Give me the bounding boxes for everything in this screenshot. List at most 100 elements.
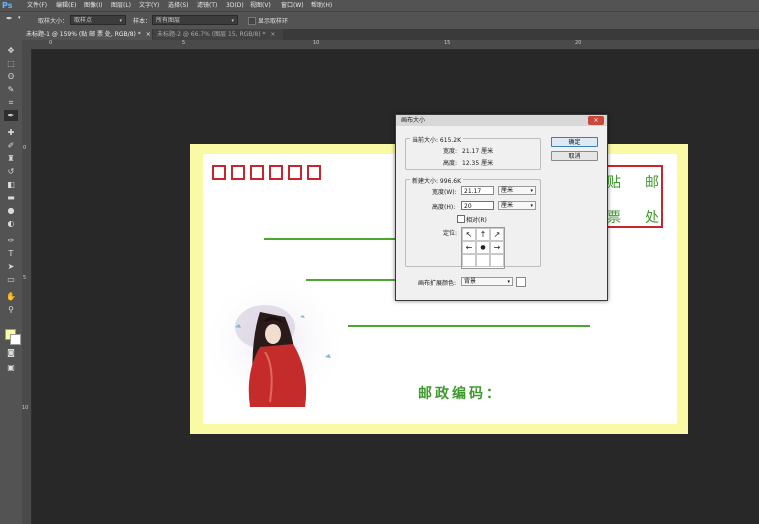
show-ring-checkbox[interactable] — [248, 17, 256, 25]
shape-tool-icon[interactable]: ▭ — [4, 274, 18, 285]
quick-mask-icon[interactable]: ◙ — [4, 347, 18, 358]
menu-select[interactable]: 选择(S) — [168, 0, 189, 11]
anchor-arrow-icon[interactable]: ↑ — [476, 228, 490, 241]
move-tool-icon[interactable]: ✥ — [4, 45, 18, 56]
tab-document-1[interactable]: 未标题-1 @ 159% (贴 邮 票 处, RGB/8) * × — [22, 29, 152, 40]
marquee-tool-icon[interactable]: ⬚ — [4, 58, 18, 69]
eyedropper-icon[interactable]: ✒ — [6, 14, 13, 23]
width-unit-select[interactable]: 厘米 ▾ — [498, 186, 536, 195]
ruler-vertical: 0 5 10 — [22, 49, 32, 524]
options-bar: ✒ ▾ 取样大小： 取样点 ▾ 样本： 所有图层 ▾ 显示取样环 — [0, 11, 759, 30]
hand-tool-icon[interactable]: ✋ — [4, 291, 18, 302]
eyedropper-tool-icon[interactable]: ✒ — [4, 110, 18, 121]
history-brush-tool-icon[interactable]: ↺ — [4, 166, 18, 177]
zip-box — [288, 165, 302, 180]
pen-tool-icon[interactable]: ✑ — [4, 235, 18, 246]
lady-illustration — [205, 272, 350, 412]
menu-edit[interactable]: 编辑(E) — [56, 0, 76, 11]
sample-size-select[interactable]: 取样点 ▾ — [70, 15, 126, 25]
menu-3d[interactable]: 3D(D) — [226, 0, 244, 11]
height-unit-select[interactable]: 厘米 ▾ — [498, 201, 536, 210]
healing-brush-tool-icon[interactable]: ✚ — [4, 127, 18, 138]
stamp-tool-icon[interactable]: ♜ — [4, 153, 18, 164]
document-tab-bar: 未标题-1 @ 159% (贴 邮 票 处, RGB/8) * × 未标题-2 … — [22, 29, 759, 40]
tool-preset-chevron-icon[interactable]: ▾ — [18, 15, 21, 21]
chevron-down-icon: ▾ — [530, 188, 533, 194]
anchor-cell[interactable] — [490, 254, 504, 267]
ruler-label: 0 — [49, 40, 53, 46]
anchor-arrow-icon[interactable]: ← — [462, 241, 476, 254]
photoshop-logo: Ps — [2, 1, 13, 10]
ruler-horizontal: 0 5 10 15 20 — [22, 40, 759, 50]
anchor-arrow-icon[interactable]: → — [490, 241, 504, 254]
stamp-text: 票 — [607, 210, 621, 226]
background-color-swatch[interactable] — [10, 334, 21, 345]
anchor-arrow-icon[interactable]: ↗ — [490, 228, 504, 241]
close-icon[interactable]: × — [588, 116, 604, 125]
chevron-down-icon: ▾ — [119, 18, 122, 24]
current-height-label: 高度: — [443, 160, 458, 167]
menu-type[interactable]: 文字(Y) — [139, 0, 159, 11]
current-width-label: 宽度: — [443, 148, 458, 155]
ruler-label: 5 — [23, 275, 27, 281]
eraser-tool-icon[interactable]: ◧ — [4, 179, 18, 190]
zip-box — [269, 165, 283, 180]
menu-layer[interactable]: 图层(L) — [111, 0, 131, 11]
ruler-label: 20 — [575, 40, 582, 46]
tab-document-2[interactable]: 未标题-2 @ 66.7% (图层 15, RGB/8) * × — [153, 29, 283, 40]
zoom-tool-icon[interactable]: ⚲ — [4, 304, 18, 315]
anchor-grid: ↖ ↑ ↗ ← ● → — [461, 227, 505, 269]
quick-select-tool-icon[interactable]: ✎ — [4, 84, 18, 95]
brush-tool-icon[interactable]: ✐ — [4, 140, 18, 151]
type-tool-icon[interactable]: T — [4, 248, 18, 259]
crop-tool-icon[interactable]: ⌗ — [4, 97, 18, 108]
stamp-text: 处 — [645, 210, 659, 226]
menu-file[interactable]: 文件(F) — [27, 0, 47, 11]
screen-mode-icon[interactable]: ▣ — [4, 362, 18, 373]
anchor-arrow-icon[interactable]: ↖ — [462, 228, 476, 241]
chevron-down-icon: ▾ — [507, 279, 510, 285]
ok-button[interactable]: 确定 — [551, 137, 598, 147]
menu-view[interactable]: 视图(V) — [250, 0, 271, 11]
path-select-tool-icon[interactable]: ➤ — [4, 261, 18, 272]
height-label: 高度(H): — [432, 204, 456, 211]
lasso-tool-icon[interactable]: ʘ — [4, 71, 18, 82]
tools-panel: ✥ ⬚ ʘ ✎ ⌗ ✒ ✚ ✐ ♜ ↺ ◧ ▬ ● ◐ ✑ T ➤ ▭ ✋ ⚲ … — [0, 29, 23, 524]
stamp-text: 贴 — [607, 175, 621, 191]
menu-help[interactable]: 帮助(H) — [311, 0, 332, 11]
close-icon[interactable]: × — [270, 31, 275, 38]
menu-window[interactable]: 窗口(W) — [281, 0, 304, 11]
postal-code-label: 邮政编码： — [418, 386, 503, 402]
zip-box — [231, 165, 245, 180]
height-input[interactable]: 20 — [461, 201, 494, 210]
anchor-center-icon[interactable]: ● — [476, 241, 490, 254]
canvas-size-dialog: 画布大小 × 当前大小: 615.2K 宽度: 21.17 厘米 高度: 12.… — [395, 114, 608, 301]
anchor-cell[interactable] — [462, 254, 476, 267]
extension-color-select[interactable]: 背景 ▾ — [461, 277, 513, 286]
close-icon[interactable]: × — [146, 31, 151, 38]
cancel-button[interactable]: 取消 — [551, 151, 598, 161]
ruler-label: 5 — [182, 40, 186, 46]
ruler-label: 10 — [313, 40, 320, 46]
menu-bar: Ps 文件(F) 编辑(E) 图像(I) 图层(L) 文字(Y) 选择(S) 滤… — [0, 0, 759, 11]
menu-image[interactable]: 图像(I) — [84, 0, 102, 11]
current-size-label: 当前大小: 615.2K — [410, 135, 464, 144]
anchor-label: 定位: — [443, 230, 458, 237]
width-input[interactable]: 21.17 — [461, 186, 494, 195]
dialog-title: 画布大小 — [396, 115, 607, 126]
gradient-tool-icon[interactable]: ▬ — [4, 192, 18, 203]
extension-color-swatch[interactable] — [516, 277, 526, 287]
current-width-value: 21.17 厘米 — [462, 148, 494, 155]
menu-filter[interactable]: 滤镜(T) — [197, 0, 217, 11]
address-line — [264, 238, 399, 240]
zip-box — [212, 165, 226, 180]
relative-label: 相对(R) — [466, 217, 487, 224]
anchor-cell[interactable] — [476, 254, 490, 267]
current-size-group: 当前大小: 615.2K 宽度: 21.17 厘米 高度: 12.35 厘米 — [405, 135, 541, 170]
sample-label: 样本： — [133, 18, 152, 25]
chevron-down-icon: ▾ — [530, 203, 533, 209]
blur-tool-icon[interactable]: ● — [4, 205, 18, 216]
dodge-tool-icon[interactable]: ◐ — [4, 218, 18, 229]
sample-select[interactable]: 所有图层 ▾ — [152, 15, 238, 25]
relative-checkbox[interactable] — [457, 215, 465, 223]
